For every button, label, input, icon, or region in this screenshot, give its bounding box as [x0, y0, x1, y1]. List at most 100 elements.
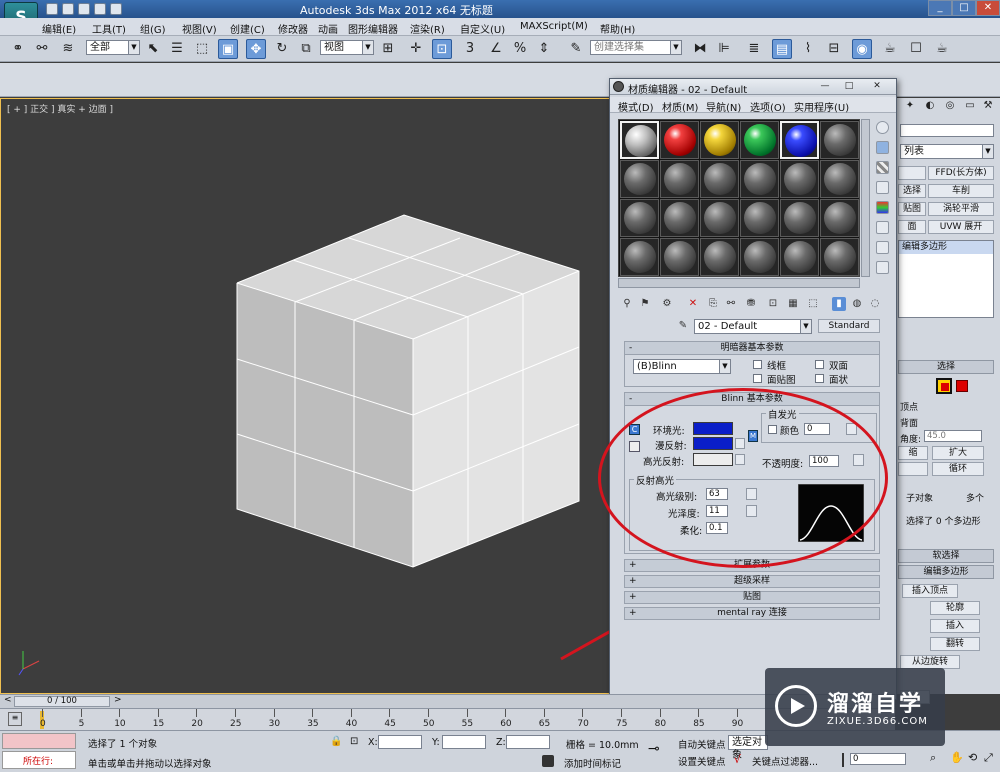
sample-slot-11[interactable] [780, 160, 819, 198]
sample-slot-4[interactable] [740, 121, 779, 159]
menu-edit[interactable]: 编辑(E) [42, 21, 76, 36]
close-button[interactable]: ✕ [976, 0, 1000, 16]
sample-slot-16[interactable] [740, 199, 779, 237]
video-color-check-icon[interactable] [876, 201, 889, 214]
material-editor-titlebar[interactable]: 材质编辑器 - 02 - Default — □ ✕ [610, 79, 896, 96]
time-slider[interactable]: < 0 / 100 > [0, 694, 895, 708]
eyedropper-icon[interactable]: ✎ [676, 319, 690, 333]
snaps-toggle-icon[interactable]: 3 [460, 39, 480, 59]
sample-slot-7[interactable] [620, 160, 659, 198]
maps-rollout[interactable]: + 贴图 [624, 591, 880, 604]
select-scale-icon[interactable]: ⧉ [296, 39, 316, 59]
time-tag-icon[interactable] [542, 755, 554, 767]
material-type-button[interactable]: Standard [818, 319, 880, 333]
mirror-icon[interactable]: ⧓ [690, 39, 710, 59]
menu-graph-editors[interactable]: 图形编辑器 [348, 21, 398, 36]
material-editor-icon[interactable]: ◉ [852, 39, 872, 59]
supersampling-rollout[interactable]: + 超级采样 [624, 575, 880, 588]
track-bar[interactable]: ≡ 0 5 10 15 20 25 30 35 40 45 50 55 60 65 70 75 80 85 90 [0, 708, 895, 730]
undo-icon[interactable] [94, 3, 106, 15]
close-icon[interactable]: ✕ [866, 80, 888, 93]
sample-slot-6[interactable] [820, 121, 859, 159]
named-selection-dropdown[interactable]: 创建选择集 ▼ [590, 40, 682, 55]
menu-tools[interactable]: 工具(T) [92, 21, 126, 36]
sample-slot-12[interactable] [820, 160, 859, 198]
reset-map-icon[interactable]: ✕ [686, 297, 700, 311]
stack-item-edit-poly[interactable]: 编辑多边形 [899, 241, 993, 254]
put-to-library-icon[interactable]: ⛃ [744, 297, 758, 311]
me-menu-navigation[interactable]: 导航(N) [706, 99, 741, 114]
make-unique-icon[interactable]: ⚯ [724, 297, 738, 311]
sample-slot-10[interactable] [740, 160, 779, 198]
keyboard-shortcut-icon[interactable]: ⊡ [432, 39, 452, 59]
pick-from-object-icon[interactable]: ◌ [868, 297, 882, 311]
edit-polygons-rollout[interactable]: 编辑多边形 [898, 565, 994, 579]
set-key-icon[interactable]: √ [734, 753, 741, 766]
sample-slot-1[interactable] [620, 121, 659, 159]
go-to-parent-icon[interactable]: ▮ [832, 297, 846, 311]
unwrap-uvw-button[interactable]: UVW 展开 [928, 220, 994, 234]
sample-slot-20[interactable] [660, 238, 699, 276]
sample-type-icon[interactable] [876, 121, 889, 134]
menu-views[interactable]: 视图(V) [182, 21, 217, 36]
auto-key-button[interactable]: 自动关键点 [678, 737, 726, 751]
menu-animation[interactable]: 动画 [318, 21, 338, 36]
sample-slot-5[interactable] [780, 121, 819, 159]
save-file-icon[interactable] [78, 3, 90, 15]
graphite-ribbon-icon[interactable]: ▤ [772, 39, 792, 59]
element-mode-icon[interactable] [956, 380, 968, 392]
edit-named-sets-icon[interactable]: ✎ [566, 39, 586, 59]
pan-icon[interactable]: ✋ [950, 751, 964, 764]
create-tab-icon[interactable]: ✦ [902, 98, 918, 114]
sample-slot-24[interactable] [820, 238, 859, 276]
modifier-list-dropdown[interactable]: 列表 ▼ [900, 144, 994, 159]
maxscript-line[interactable]: 所在行: [2, 751, 76, 769]
material-name-field[interactable]: 02 - Default ▼ [694, 319, 812, 334]
unlink-icon[interactable]: ⚯ [32, 39, 52, 59]
sample-slot-8[interactable] [660, 160, 699, 198]
backlight-icon[interactable] [876, 141, 889, 154]
sample-slot-22[interactable] [740, 238, 779, 276]
me-menu-material[interactable]: 材质(M) [662, 99, 698, 114]
key-filters-button[interactable]: 关键点过滤器... [752, 754, 818, 768]
sample-slot-23[interactable] [780, 238, 819, 276]
minimize-icon[interactable]: — [814, 80, 836, 93]
select-by-material-icon[interactable] [876, 261, 889, 274]
flip-button[interactable]: 翻转 [930, 637, 980, 651]
lock-selection-icon[interactable]: 🔒 [330, 736, 342, 747]
maximize-icon[interactable]: □ [838, 80, 860, 93]
soft-selection-rollout[interactable]: 软选择 [898, 549, 994, 563]
display-tab-icon[interactable]: ▭ [962, 98, 978, 114]
angle-spinner[interactable]: 45.0 [924, 430, 982, 442]
mini-curve-editor-icon[interactable]: ≡ [8, 712, 22, 726]
sample-slot-9[interactable] [700, 160, 739, 198]
next-frame-icon[interactable]: > [114, 695, 122, 705]
selection-filter-dropdown[interactable]: 全部 ▼ [86, 40, 140, 55]
sample-slot-13[interactable] [620, 199, 659, 237]
lathe-button[interactable]: 车削 [928, 184, 994, 198]
layer-manager-icon[interactable]: ≣ [744, 39, 764, 59]
select-rotate-icon[interactable]: ↻ [272, 39, 292, 59]
sub-object-option[interactable]: 子对象 [906, 491, 933, 504]
shader-type-dropdown[interactable]: (B)Blinn ▼ [633, 359, 731, 374]
select-manipulate-icon[interactable]: ✛ [406, 39, 426, 59]
go-to-start-icon[interactable] [842, 753, 848, 767]
assign-to-selection-icon[interactable]: ⚙ [660, 297, 674, 311]
vertex-mode-icon[interactable] [936, 378, 952, 394]
x-coordinate-field[interactable] [378, 735, 422, 749]
open-file-icon[interactable] [62, 3, 74, 15]
sample-slot-3[interactable] [700, 121, 739, 159]
percent-snap-icon[interactable]: % [510, 39, 530, 59]
insert-vertex-button[interactable]: 插入顶点 [902, 584, 958, 598]
y-coordinate-field[interactable] [442, 735, 486, 749]
face-extrude-button[interactable]: 面 [898, 220, 926, 234]
selection-rollout-header[interactable]: 选择 [898, 360, 994, 374]
slots-vertical-scrollbar[interactable] [861, 119, 870, 277]
mesh-select-button[interactable]: 选择 [898, 184, 926, 198]
minimize-button[interactable]: _ [928, 0, 952, 16]
uvw-map-button[interactable]: 贴图 [898, 202, 926, 216]
set-key-button[interactable]: 设置关键点 [678, 754, 726, 768]
menu-maxscript[interactable]: MAXScript(M) [520, 21, 588, 32]
pivot-center-icon[interactable]: ⊞ [378, 39, 398, 59]
key-icon[interactable]: ⊸ [648, 741, 660, 757]
